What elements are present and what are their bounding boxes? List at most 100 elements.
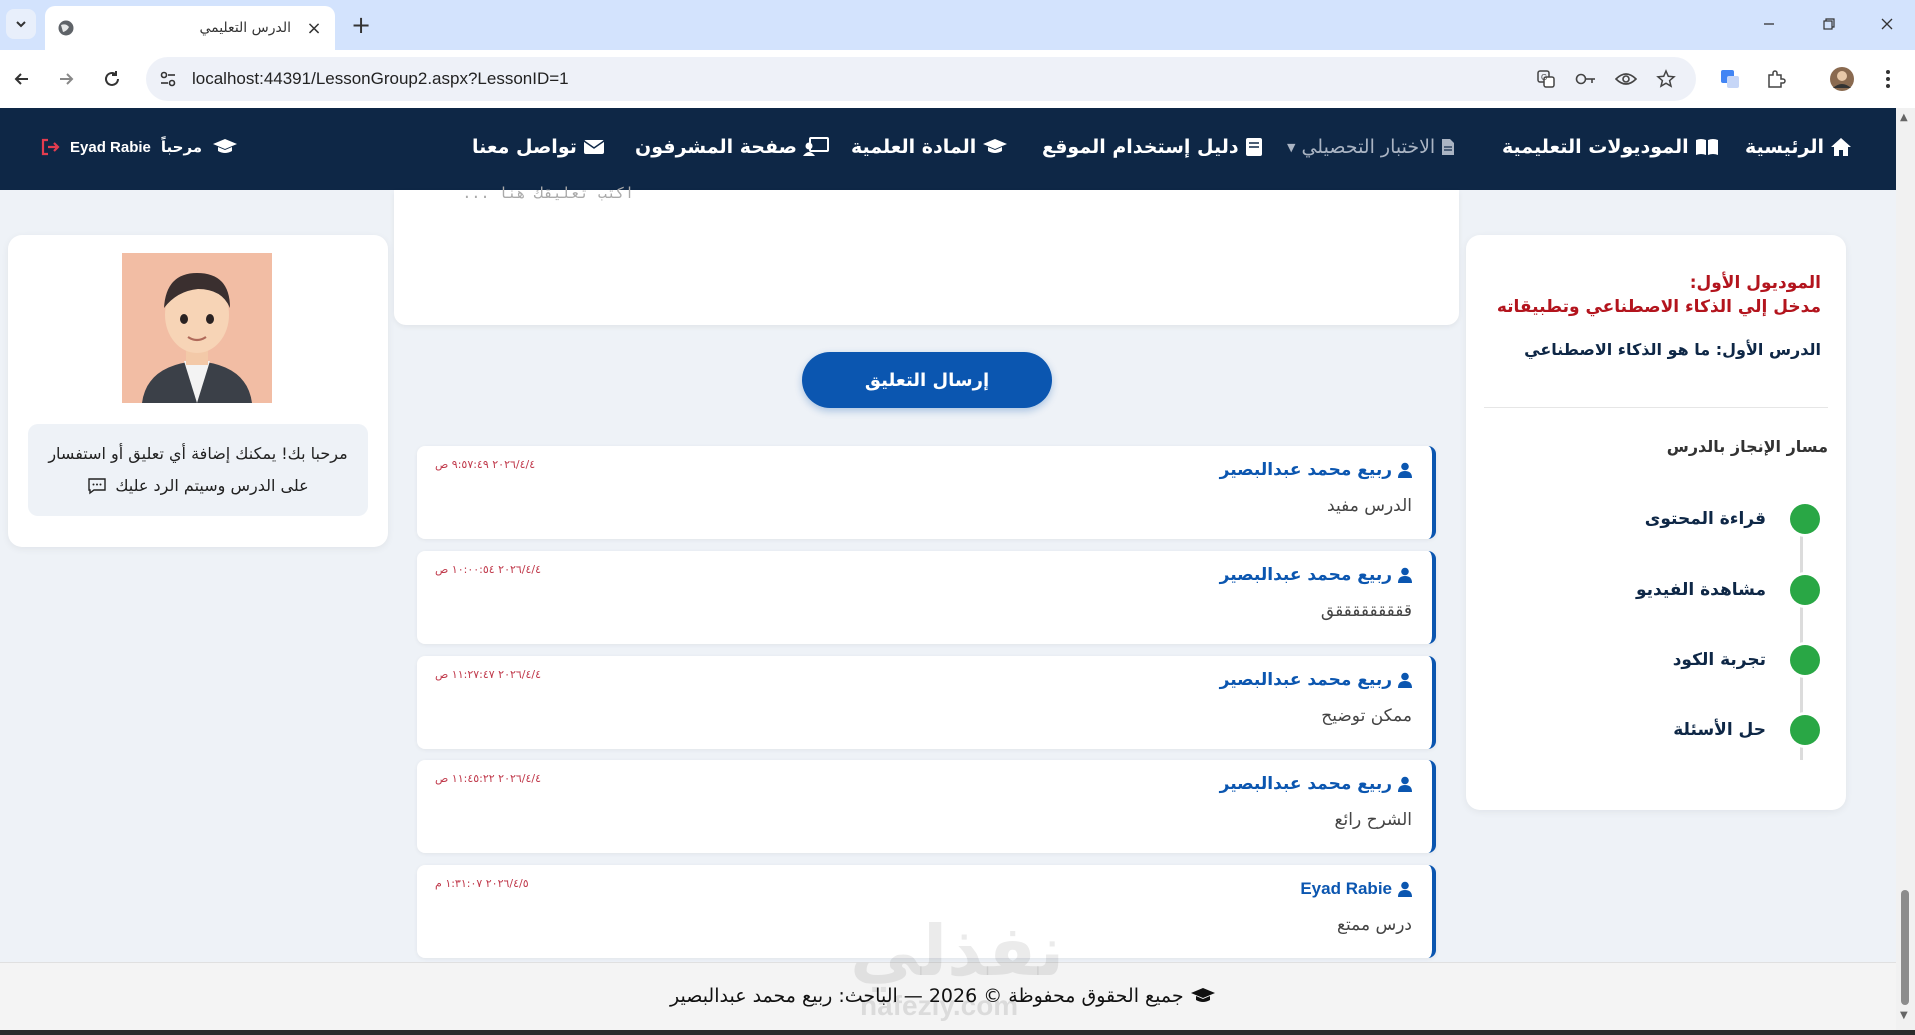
user-icon: [1398, 567, 1412, 583]
comment-item: ربيع محمد عبدالبصير الدرس مفيد ٢٠٢٦/٤/٤ …: [417, 446, 1436, 539]
user-greeting: Eyad Rabie مرحباً: [40, 138, 238, 156]
send-comment-button[interactable]: إرسال التعليق: [802, 352, 1052, 408]
arrow-right-icon: [60, 73, 74, 85]
step-label: تجربة الكود: [1672, 650, 1766, 670]
comment-author: ربيع محمد عبدالبصير: [1220, 774, 1412, 794]
progress-step: قراءة المحتوى: [1645, 504, 1820, 534]
avatar: [122, 253, 272, 403]
welcome-line-1: مرحبا بك! يمكنك إضافة أي تعليق أو استفسا…: [48, 444, 348, 463]
minimize-icon: [1764, 23, 1774, 25]
teacher-icon: [802, 137, 829, 156]
comment-textarea[interactable]: اكتب تعليقك هنا ...: [394, 184, 1459, 325]
book-open-icon: [1695, 139, 1718, 155]
profile-card: مرحبا بك! يمكنك إضافة أي تعليق أو استفسا…: [8, 235, 388, 547]
translate-extension-icon: [1721, 70, 1739, 88]
lesson-info-card: الموديول الأول: مدخل إلي الذكاء الاصطناع…: [1466, 235, 1846, 810]
step-complete-dot: [1790, 715, 1820, 745]
caret-down-icon: ▼: [1287, 140, 1296, 154]
google-translate-extension[interactable]: [1714, 63, 1746, 95]
tab-title: الدرس التعليمي: [199, 20, 291, 36]
site-settings-icon[interactable]: [158, 69, 178, 89]
comment-text: ممكن توضيح: [1321, 706, 1412, 726]
new-tab-button[interactable]: +: [346, 10, 376, 40]
user-icon: [1398, 776, 1412, 792]
greeting-label: مرحباً: [160, 138, 203, 156]
comment-item: ربيع محمد عبدالبصير الشرح رائع ٢٠٢٦/٤/٤ …: [417, 760, 1436, 853]
comment-item: ربيع محمد عبدالبصير قققققققققق ٢٠٢٦/٤/٤ …: [417, 551, 1436, 644]
nav-home[interactable]: الرئيسية: [1745, 136, 1852, 158]
home-icon: [1830, 138, 1851, 156]
comment-time: ٢٠٢٦/٤/٤ ٩:٥٧:٤٩ ص: [435, 458, 536, 471]
comment-text: قققققققققق: [1320, 601, 1412, 621]
browser-toolbar: localhost:44391/LessonGroup2.aspx?Lesson…: [0, 50, 1915, 108]
reload-icon: [105, 71, 119, 86]
graduation-cap-icon: [983, 139, 1008, 153]
scroll-up-arrow[interactable]: ▲: [1900, 112, 1908, 123]
nav-modules-label: الموديولات التعليمية: [1502, 136, 1689, 158]
comment-time: ٢٠٢٦/٤/٥ ١:٣١:٠٧ م: [435, 877, 529, 890]
scroll-down-arrow[interactable]: ▼: [1900, 1010, 1908, 1021]
logout-icon[interactable]: [40, 138, 60, 156]
bookmark-star-icon[interactable]: [1654, 67, 1678, 91]
nav-scientific-material[interactable]: المادة العلمية: [851, 136, 1008, 158]
step-complete-dot: [1790, 645, 1820, 675]
comment-text: الدرس مفيد: [1327, 496, 1412, 516]
comment-placeholder: اكتب تعليقك هنا ...: [462, 184, 634, 202]
user-icon: [1398, 672, 1412, 688]
nav-achievement-test[interactable]: ▼ الاختبار التحصيلي: [1287, 136, 1455, 158]
browser-tab-bar: الدرس التعليمي × +: [0, 0, 1915, 50]
taskbar-edge: [0, 1030, 1915, 1035]
password-key-icon[interactable]: [1574, 67, 1598, 91]
puzzle-icon: [1768, 70, 1786, 88]
module-title: مدخل إلي الذكاء الاصطناعي وتطبيقاته: [1496, 297, 1821, 317]
progress-step: مشاهدة الفيديو: [1636, 575, 1820, 605]
graduation-cap-icon: [213, 139, 238, 153]
progress-step: تجربة الكود: [1673, 645, 1820, 675]
chevron-down-icon: [16, 21, 26, 28]
module-label: الموديول الأول:: [1689, 273, 1821, 293]
avatar: [1830, 67, 1854, 91]
scroll-thumb[interactable]: [1901, 890, 1909, 1005]
reload-button[interactable]: [96, 63, 128, 95]
profile-button[interactable]: [1826, 63, 1858, 95]
nav-achievement-test-label: الاختبار التحصيلي: [1301, 136, 1436, 158]
comment-author: ربيع محمد عبدالبصير: [1220, 460, 1412, 480]
comment-item: ربيع محمد عبدالبصير ممكن توضيح ٢٠٢٦/٤/٤ …: [417, 656, 1436, 749]
nav-modules[interactable]: الموديولات التعليمية: [1502, 136, 1719, 158]
tab-close-icon[interactable]: ×: [305, 18, 323, 39]
nav-site-guide-label: دليل إستخدام الموقع: [1042, 136, 1239, 158]
browser-menu-button[interactable]: [1872, 63, 1904, 95]
extensions-button[interactable]: [1760, 63, 1792, 95]
step-label: مشاهدة الفيديو: [1635, 580, 1766, 600]
comment-author-name: ربيع محمد عبدالبصير: [1219, 460, 1392, 480]
nav-contact[interactable]: تواصل معنا: [472, 136, 605, 158]
more-vertical-icon: [1886, 70, 1890, 88]
arrow-left-icon: [14, 73, 28, 85]
comment-author-name: ربيع محمد عبدالبصير: [1219, 774, 1392, 794]
restore-button[interactable]: [1806, 6, 1852, 42]
comment-author-name: ربيع محمد عبدالبصير: [1219, 670, 1392, 690]
tab-search-button[interactable]: [6, 9, 36, 39]
welcome-message: مرحبا بك! يمكنك إضافة أي تعليق أو استفسا…: [28, 424, 368, 516]
nav-site-guide[interactable]: دليل إستخدام الموقع: [1042, 136, 1263, 158]
comment-time: ٢٠٢٦/٤/٤ ١٠:٠٠:٥٤ ص: [435, 563, 542, 576]
nav-home-label: الرئيسية: [1745, 136, 1824, 158]
comment-time: ٢٠٢٦/٤/٤ ١١:٤٥:٢٢ ص: [435, 772, 542, 785]
translate-icon[interactable]: G: [1534, 67, 1558, 91]
comment-text: الشرح رائع: [1334, 810, 1412, 830]
nav-supervisors[interactable]: صفحة المشرفون: [635, 136, 829, 158]
comment-author: Eyad Rabie: [1300, 879, 1412, 899]
minimize-button[interactable]: [1746, 6, 1792, 42]
svg-text:G: G: [1541, 73, 1547, 82]
nav-contact-label: تواصل معنا: [472, 136, 577, 158]
back-button[interactable]: [6, 63, 38, 95]
address-bar[interactable]: localhost:44391/LessonGroup2.aspx?Lesson…: [146, 57, 1696, 101]
eye-icon[interactable]: [1614, 67, 1638, 91]
comment-author: ربيع محمد عبدالبصير: [1220, 670, 1412, 690]
watermark-logo: نفذلي: [850, 910, 1065, 992]
close-icon: [1881, 18, 1893, 30]
browser-tab[interactable]: الدرس التعليمي ×: [45, 6, 335, 50]
forward-button[interactable]: [50, 63, 82, 95]
progress-title: مسار الإنجاز بالدرس: [1666, 437, 1828, 456]
close-window-button[interactable]: [1864, 6, 1910, 42]
